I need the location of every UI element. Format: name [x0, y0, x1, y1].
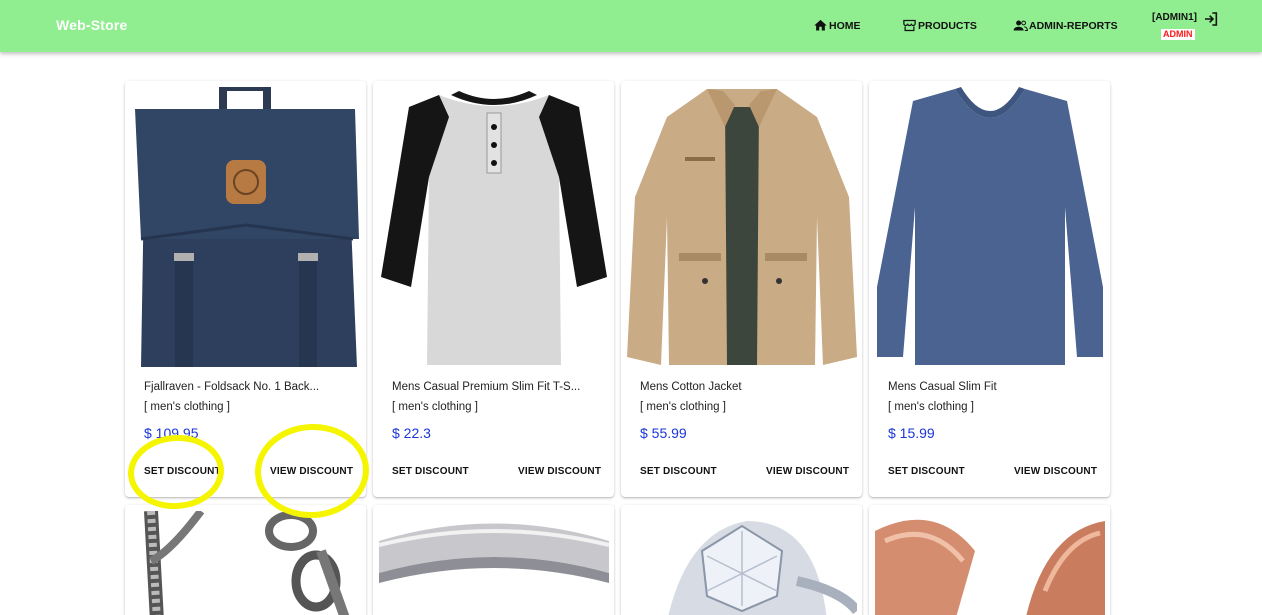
product-price: $ 15.99	[888, 425, 935, 441]
nav-admin-reports-label: ADMIN-REPORTS	[1029, 19, 1118, 32]
product-image[interactable]	[131, 511, 361, 615]
product-image[interactable]	[627, 87, 857, 367]
cotton-jacket-image	[627, 87, 857, 367]
product-image[interactable]	[379, 511, 609, 615]
rose-gold-earrings-image	[875, 511, 1105, 615]
product-price: $ 22.3	[392, 425, 431, 441]
product-category: [ men's clothing ]	[392, 401, 478, 413]
view-discount-button[interactable]: VIEW DISCOUNT	[766, 466, 849, 477]
product-price: $ 55.99	[640, 425, 687, 441]
role-badge: ADMIN	[1161, 29, 1195, 40]
view-discount-button[interactable]: VIEW DISCOUNT	[518, 466, 601, 477]
product-card	[125, 505, 366, 615]
longsleeve-shirt-image	[875, 87, 1105, 367]
product-image[interactable]	[627, 511, 857, 615]
app-bar: Web-Store HOME PRODUCTS ADMIN-REPORTS [A…	[0, 0, 1262, 52]
product-category: [ men's clothing ]	[640, 401, 726, 413]
home-icon	[814, 19, 827, 31]
brand-logo[interactable]: Web-Store	[56, 17, 128, 33]
product-title: Fjallraven - Foldsack No. 1 Back...	[144, 381, 320, 393]
product-title: Mens Casual Premium Slim Fit T-S...	[392, 381, 581, 393]
nav-home[interactable]: HOME	[813, 18, 861, 33]
view-discount-button[interactable]: VIEW DISCOUNT	[1014, 466, 1097, 477]
set-discount-button[interactable]: SET DISCOUNT	[888, 466, 965, 477]
product-category: [ men's clothing ]	[144, 401, 230, 413]
diamond-ring-image	[627, 511, 857, 615]
product-price: $ 109.95	[144, 425, 199, 441]
nav-products[interactable]: PRODUCTS	[902, 18, 977, 33]
product-image[interactable]	[875, 511, 1105, 615]
silver-ring-image	[379, 511, 609, 615]
logout-icon[interactable]	[1203, 11, 1219, 27]
product-title: Mens Casual Slim Fit	[888, 381, 997, 393]
people-icon	[1013, 20, 1028, 31]
backpack-image	[131, 87, 361, 367]
product-title: Mens Cotton Jacket	[640, 381, 742, 393]
view-discount-button[interactable]: VIEW DISCOUNT	[270, 466, 353, 477]
set-discount-button[interactable]: SET DISCOUNT	[392, 466, 469, 477]
product-card	[869, 505, 1110, 615]
product-card: Fjallraven - Foldsack No. 1 Back... [ me…	[125, 81, 366, 497]
product-image[interactable]	[875, 87, 1105, 367]
nav-admin-reports[interactable]: ADMIN-REPORTS	[1013, 18, 1118, 33]
product-image[interactable]	[131, 87, 361, 367]
product-card: Mens Casual Premium Slim Fit T-S... [ me…	[373, 81, 614, 497]
nav-products-label: PRODUCTS	[918, 19, 977, 32]
product-card: Mens Casual Slim Fit [ men's clothing ] …	[869, 81, 1110, 497]
chain-bracelet-image	[131, 511, 361, 615]
product-card	[373, 505, 614, 615]
product-card: Mens Cotton Jacket [ men's clothing ] $ …	[621, 81, 862, 497]
product-card	[621, 505, 862, 615]
storefront-icon	[903, 19, 916, 32]
user-name: [ADMIN1]	[1152, 12, 1197, 23]
set-discount-button[interactable]: SET DISCOUNT	[144, 466, 221, 477]
nav-home-label: HOME	[829, 19, 861, 32]
product-image[interactable]	[379, 87, 609, 367]
product-category: [ men's clothing ]	[888, 401, 974, 413]
set-discount-button[interactable]: SET DISCOUNT	[640, 466, 717, 477]
raglan-tshirt-image	[379, 87, 609, 367]
user-menu: [ADMIN1] ADMIN	[1152, 11, 1222, 43]
